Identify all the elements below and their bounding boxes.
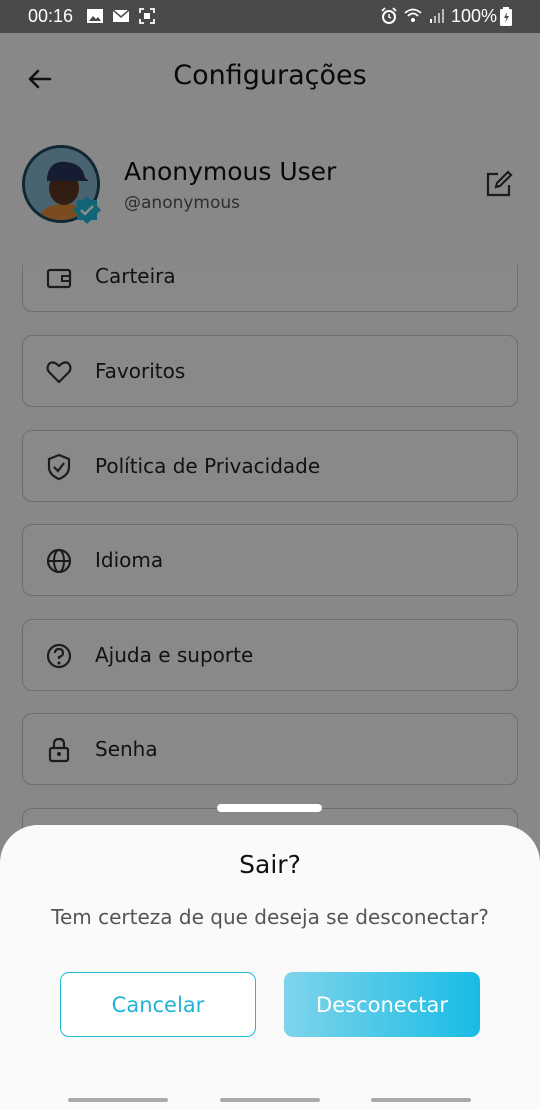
disconnect-button[interactable]: Desconectar	[284, 972, 480, 1037]
dialog-title: Sair?	[239, 850, 301, 879]
nav-back[interactable]	[371, 1098, 471, 1102]
screenshot-icon	[139, 8, 155, 24]
nav-recents[interactable]	[68, 1098, 168, 1102]
dialog-message: Tem certeza de que deseja se desconectar…	[51, 905, 489, 929]
nav-home[interactable]	[220, 1098, 320, 1102]
battery-icon	[500, 7, 512, 26]
signal-icon	[430, 9, 444, 23]
alarm-icon	[381, 7, 397, 24]
status-time: 00:16	[28, 6, 74, 26]
system-nav-bar	[0, 1090, 540, 1110]
mail-icon	[112, 9, 130, 22]
image-icon	[87, 9, 103, 23]
wifi-icon	[404, 8, 422, 22]
battery-percentage: 100%	[451, 6, 498, 26]
status-bar: 00:16 100%	[0, 0, 540, 33]
logout-bottom-sheet: Sair? Tem certeza de que deseja se desco…	[0, 825, 540, 1090]
cancel-button[interactable]: Cancelar	[60, 972, 256, 1037]
sheet-drag-handle[interactable]	[217, 804, 322, 812]
